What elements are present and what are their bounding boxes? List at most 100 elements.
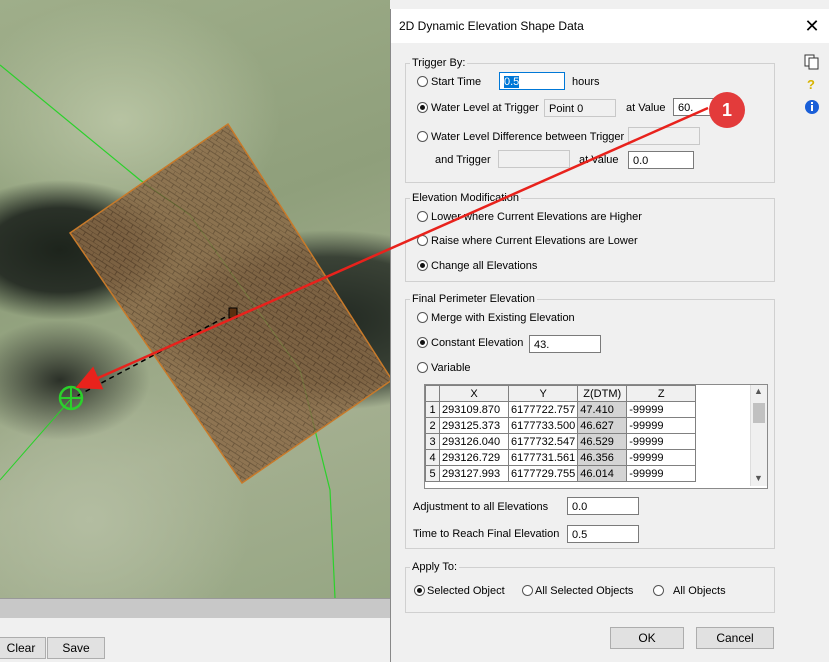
lower-higher-radio[interactable] xyxy=(417,211,428,222)
table-cell[interactable]: 47.410 xyxy=(577,401,628,418)
hours-label: hours xyxy=(572,76,600,88)
ok-button[interactable]: OK xyxy=(610,627,684,649)
bottom-toolbar: Clear Save xyxy=(0,618,390,662)
column-header-x[interactable]: X xyxy=(439,385,509,402)
clear-button[interactable]: Clear xyxy=(0,637,46,659)
column-header-z[interactable]: Z xyxy=(626,385,697,402)
scroll-up-icon[interactable]: ▲ xyxy=(754,386,763,396)
start-time-input[interactable]: 0.5 xyxy=(499,72,565,90)
change-all-label: Change all Elevations xyxy=(431,260,538,272)
diff-at-value-label: at Value xyxy=(579,154,619,166)
constant-radio[interactable] xyxy=(417,337,428,348)
trigger-point-field[interactable]: Point 0 xyxy=(544,99,616,117)
variable-label: Variable xyxy=(431,362,471,374)
time-final-input[interactable]: 0.5 xyxy=(567,525,639,543)
table-cell[interactable]: 6177732.547 xyxy=(507,433,579,450)
table-cell[interactable]: 293126.729 xyxy=(439,449,509,466)
table-header-row: X Y Z(DTM) Z xyxy=(425,385,697,402)
final-perimeter-legend: Final Perimeter Elevation xyxy=(412,293,535,305)
change-all-radio[interactable] xyxy=(417,260,428,271)
row-number-cell: 3 xyxy=(425,433,440,450)
table-cell[interactable]: 46.627 xyxy=(577,417,628,434)
table-cell[interactable]: 293126.040 xyxy=(439,433,509,450)
all-selected-radio[interactable] xyxy=(522,585,533,596)
water-level-radio[interactable] xyxy=(417,102,428,113)
row-number-cell: 5 xyxy=(425,465,440,482)
row-number-cell: 2 xyxy=(425,417,440,434)
start-time-label: Start Time xyxy=(431,76,482,88)
table-cell[interactable]: 46.356 xyxy=(577,449,628,466)
water-diff-radio[interactable] xyxy=(417,131,428,142)
constant-elevation-input[interactable]: 43. xyxy=(529,335,601,353)
all-objects-radio[interactable] xyxy=(653,585,664,596)
map-overlay xyxy=(0,64,390,598)
adjustment-label: Adjustment to all Elevations xyxy=(413,501,549,513)
table-row[interactable]: 4 293126.729 6177731.561 46.356 -99999 xyxy=(425,449,697,466)
diff-trigger-field-1[interactable] xyxy=(628,127,700,145)
merge-label: Merge with Existing Elevation xyxy=(431,312,575,324)
apply-to-legend: Apply To: xyxy=(412,561,458,573)
adjustment-input[interactable]: 0.0 xyxy=(567,497,639,515)
table-cell[interactable]: 6177731.561 xyxy=(507,449,579,466)
diff-value-input[interactable]: 0.0 xyxy=(628,151,694,169)
table-cell[interactable]: 46.529 xyxy=(577,433,628,450)
table-cell[interactable]: 46.014 xyxy=(577,465,628,482)
map-view[interactable] xyxy=(0,0,390,598)
table-cell[interactable]: 6177733.500 xyxy=(507,417,579,434)
save-button[interactable]: Save xyxy=(47,637,105,659)
shape-centroid-marker xyxy=(228,307,238,319)
time-final-label: Time to Reach Final Elevation xyxy=(413,528,560,540)
dialog-title: 2D Dynamic Elevation Shape Data xyxy=(399,19,584,33)
dialog-titlebar: 2D Dynamic Elevation Shape Data ✕ xyxy=(391,9,829,43)
selected-object-radio[interactable] xyxy=(414,585,425,596)
scroll-thumb[interactable] xyxy=(753,403,765,423)
close-icon[interactable]: ✕ xyxy=(799,13,825,39)
row-number-cell: 4 xyxy=(425,449,440,466)
row-number-cell: 1 xyxy=(425,401,440,418)
table-row[interactable]: 3 293126.040 6177732.547 46.529 -99999 xyxy=(425,433,697,450)
table-cell[interactable]: 6177722.757 xyxy=(507,401,579,418)
elevation-mod-legend: Elevation Modification xyxy=(412,192,520,204)
table-cell[interactable]: 293125.373 xyxy=(439,417,509,434)
all-selected-label: All Selected Objects xyxy=(535,585,634,597)
table-cell[interactable]: -99999 xyxy=(626,417,697,434)
at-value-label: at Value xyxy=(626,102,666,114)
table-cell[interactable]: -99999 xyxy=(626,433,697,450)
help-icon[interactable]: ? xyxy=(807,77,815,92)
map-scrollbar[interactable] xyxy=(0,598,390,619)
scroll-down-icon[interactable]: ▼ xyxy=(754,473,763,483)
constant-label: Constant Elevation xyxy=(431,337,524,349)
table-row[interactable]: 2 293125.373 6177733.500 46.627 -99999 xyxy=(425,417,697,434)
table-cell[interactable]: -99999 xyxy=(626,449,697,466)
column-header-zdtm[interactable]: Z(DTM) xyxy=(577,385,628,402)
selected-object-label: Selected Object xyxy=(427,585,505,597)
diff-trigger-field-2[interactable] xyxy=(498,150,570,168)
table-row[interactable]: 1 293109.870 6177722.757 47.410 -99999 xyxy=(425,401,697,418)
elevation-table[interactable]: X Y Z(DTM) Z 1 293109.870 6177722.757 47.41… xyxy=(424,384,768,489)
copy-icon[interactable] xyxy=(803,53,821,71)
table-cell[interactable]: 6177729.755 xyxy=(507,465,579,482)
lower-higher-label: Lower where Current Elevations are Highe… xyxy=(431,211,642,223)
elevation-shape-dialog: 2D Dynamic Elevation Shape Data ✕ ? Trig… xyxy=(390,9,829,662)
water-level-label: Water Level at Trigger xyxy=(431,102,539,114)
table-cell[interactable]: 293127.993 xyxy=(439,465,509,482)
annotation-badge: 1 xyxy=(709,92,745,128)
cancel-button[interactable]: Cancel xyxy=(696,627,774,649)
table-scrollbar[interactable]: ▲ ▼ xyxy=(750,385,767,486)
corner-header xyxy=(425,385,440,402)
trigger-legend: Trigger By: xyxy=(412,57,466,69)
variable-radio[interactable] xyxy=(417,362,428,373)
table-row[interactable]: 5 293127.993 6177729.755 46.014 -99999 xyxy=(425,465,697,482)
elevation-shape-polygon xyxy=(68,122,390,485)
table-cell[interactable]: -99999 xyxy=(626,465,697,482)
column-header-y[interactable]: Y xyxy=(507,385,579,402)
start-time-radio[interactable] xyxy=(417,76,428,87)
merge-radio[interactable] xyxy=(417,312,428,323)
raise-lower-label: Raise where Current Elevations are Lower xyxy=(431,235,638,247)
raise-lower-radio[interactable] xyxy=(417,235,428,246)
all-objects-label: All Objects xyxy=(673,585,726,597)
table-cell[interactable]: -99999 xyxy=(626,401,697,418)
info-icon[interactable] xyxy=(804,99,820,115)
and-trigger-label: and Trigger xyxy=(435,154,491,166)
table-cell[interactable]: 293109.870 xyxy=(439,401,509,418)
